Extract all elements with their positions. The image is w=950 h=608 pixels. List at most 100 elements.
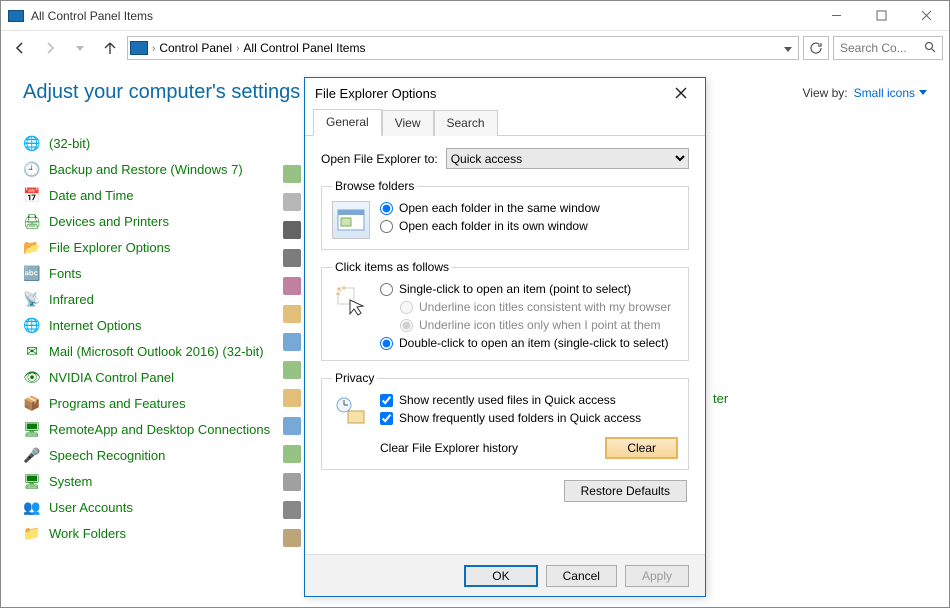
open-to-label: Open File Explorer to: xyxy=(321,152,438,166)
up-button[interactable] xyxy=(97,35,123,61)
item-label: Date and Time xyxy=(49,188,134,203)
dialog-titlebar: File Explorer Options xyxy=(305,78,705,108)
checkbox-frequent-folders[interactable]: Show frequently used folders in Quick ac… xyxy=(380,411,641,425)
radio-same-window[interactable]: Open each folder in the same window xyxy=(380,201,600,215)
partial-text: ter xyxy=(713,391,728,406)
radio-double-click[interactable]: Double-click to open an item (single-cli… xyxy=(380,336,671,350)
cancel-button[interactable]: Cancel xyxy=(546,565,617,587)
item-label: Programs and Features xyxy=(49,396,186,411)
item-icon: 🖥 xyxy=(23,472,41,490)
apply-button[interactable]: Apply xyxy=(625,565,689,587)
chevron-right-icon[interactable] xyxy=(152,43,155,54)
clear-history-label: Clear File Explorer history xyxy=(380,441,518,455)
group-legend: Click items as follows xyxy=(332,260,452,274)
partial-icon xyxy=(283,305,301,323)
partial-icon xyxy=(283,193,301,211)
partial-icon xyxy=(283,249,301,267)
group-legend: Privacy xyxy=(332,371,377,385)
nav-toolbar: Control Panel All Control Panel Items Se… xyxy=(1,31,949,65)
partial-icon xyxy=(283,529,301,547)
window-titlebar: All Control Panel Items xyxy=(1,1,949,31)
view-by-dropdown[interactable]: Small icons xyxy=(854,86,927,100)
item-label: File Explorer Options xyxy=(49,240,170,255)
checkbox-recent-files[interactable]: Show recently used files in Quick access xyxy=(380,393,641,407)
clear-button[interactable]: Clear xyxy=(605,437,678,459)
item-label: Mail (Microsoft Outlook 2016) (32-bit) xyxy=(49,344,264,359)
restore-defaults-button[interactable]: Restore Defaults xyxy=(564,480,687,502)
item-label: Work Folders xyxy=(49,526,126,541)
partial-icon xyxy=(283,417,301,435)
dialog-close-button[interactable] xyxy=(667,82,695,104)
minimize-button[interactable] xyxy=(814,1,859,31)
radio-single-click[interactable]: Single-click to open an item (point to s… xyxy=(380,282,671,296)
open-to-select[interactable]: Quick access xyxy=(446,148,689,169)
group-legend: Browse folders xyxy=(332,179,417,193)
radio-own-window[interactable]: Open each folder in its own window xyxy=(380,219,600,233)
cursor-click-icon xyxy=(332,282,370,320)
chevron-down-icon xyxy=(919,90,927,95)
item-label: Infrared xyxy=(49,292,94,307)
page-title: Adjust your computer's settings xyxy=(23,81,300,104)
address-dropdown[interactable] xyxy=(784,41,796,55)
breadcrumb[interactable]: All Control Panel Items xyxy=(243,41,365,55)
item-label: Backup and Restore (Windows 7) xyxy=(49,162,243,177)
partial-icon xyxy=(283,389,301,407)
item-icon: 📂 xyxy=(23,238,41,256)
item-icon: 🕘 xyxy=(23,160,41,178)
item-icon: 🖥 xyxy=(23,420,41,438)
recent-dropdown[interactable] xyxy=(67,35,93,61)
tab-search[interactable]: Search xyxy=(434,110,498,136)
file-explorer-options-dialog: File Explorer Options General View Searc… xyxy=(304,77,706,597)
close-button[interactable] xyxy=(904,1,949,31)
item-icon: 🌐 xyxy=(23,316,41,334)
back-button[interactable] xyxy=(7,35,33,61)
search-icon xyxy=(924,41,936,56)
dialog-tabs: General View Search xyxy=(305,108,705,136)
refresh-button[interactable] xyxy=(803,36,829,60)
chevron-right-icon[interactable] xyxy=(236,43,239,54)
folder-window-icon xyxy=(332,201,370,239)
window-title: All Control Panel Items xyxy=(31,9,153,23)
partial-icon xyxy=(283,473,301,491)
item-label: (32-bit) xyxy=(49,136,90,151)
address-bar[interactable]: Control Panel All Control Panel Items xyxy=(127,36,799,60)
maximize-button[interactable] xyxy=(859,1,904,31)
partial-icon xyxy=(283,165,301,183)
dialog-button-row: OK Cancel Apply xyxy=(305,554,705,596)
partial-icon xyxy=(283,221,301,239)
partial-icon xyxy=(283,277,301,295)
item-icon: 👁 xyxy=(23,368,41,386)
item-label: Fonts xyxy=(49,266,82,281)
radio-underline-point: Underline icon titles only when I point … xyxy=(380,318,671,332)
control-panel-icon xyxy=(7,7,25,25)
view-by-label: View by: xyxy=(803,86,848,100)
view-by-value: Small icons xyxy=(854,86,915,100)
radio-underline-browser: Underline icon titles consistent with my… xyxy=(380,300,671,314)
breadcrumb[interactable]: Control Panel xyxy=(159,41,232,55)
item-icon: 🎤 xyxy=(23,446,41,464)
item-label: NVIDIA Control Panel xyxy=(49,370,174,385)
partial-icon xyxy=(283,361,301,379)
item-label: System xyxy=(49,474,92,489)
item-icon: 📅 xyxy=(23,186,41,204)
item-label: Internet Options xyxy=(49,318,142,333)
privacy-icon xyxy=(332,393,370,431)
item-label: Devices and Printers xyxy=(49,214,169,229)
tab-view[interactable]: View xyxy=(382,110,434,136)
partial-icon xyxy=(283,333,301,351)
forward-button[interactable] xyxy=(37,35,63,61)
view-by-control: View by: Small icons xyxy=(803,86,928,100)
partial-icon xyxy=(283,501,301,519)
click-items-group: Click items as follows Single-click to o… xyxy=(321,260,689,361)
item-icon: 📦 xyxy=(23,394,41,412)
control-panel-icon xyxy=(130,41,148,55)
partial-icon-column xyxy=(283,165,305,547)
ok-button[interactable]: OK xyxy=(464,565,537,587)
item-icon: 👥 xyxy=(23,498,41,516)
search-input[interactable]: Search Co... xyxy=(833,36,943,60)
item-label: User Accounts xyxy=(49,500,133,515)
search-placeholder: Search Co... xyxy=(840,41,907,55)
tab-general[interactable]: General xyxy=(313,109,382,136)
item-label: RemoteApp and Desktop Connections xyxy=(49,422,270,437)
dialog-body: Open File Explorer to: Quick access Brow… xyxy=(305,136,705,554)
